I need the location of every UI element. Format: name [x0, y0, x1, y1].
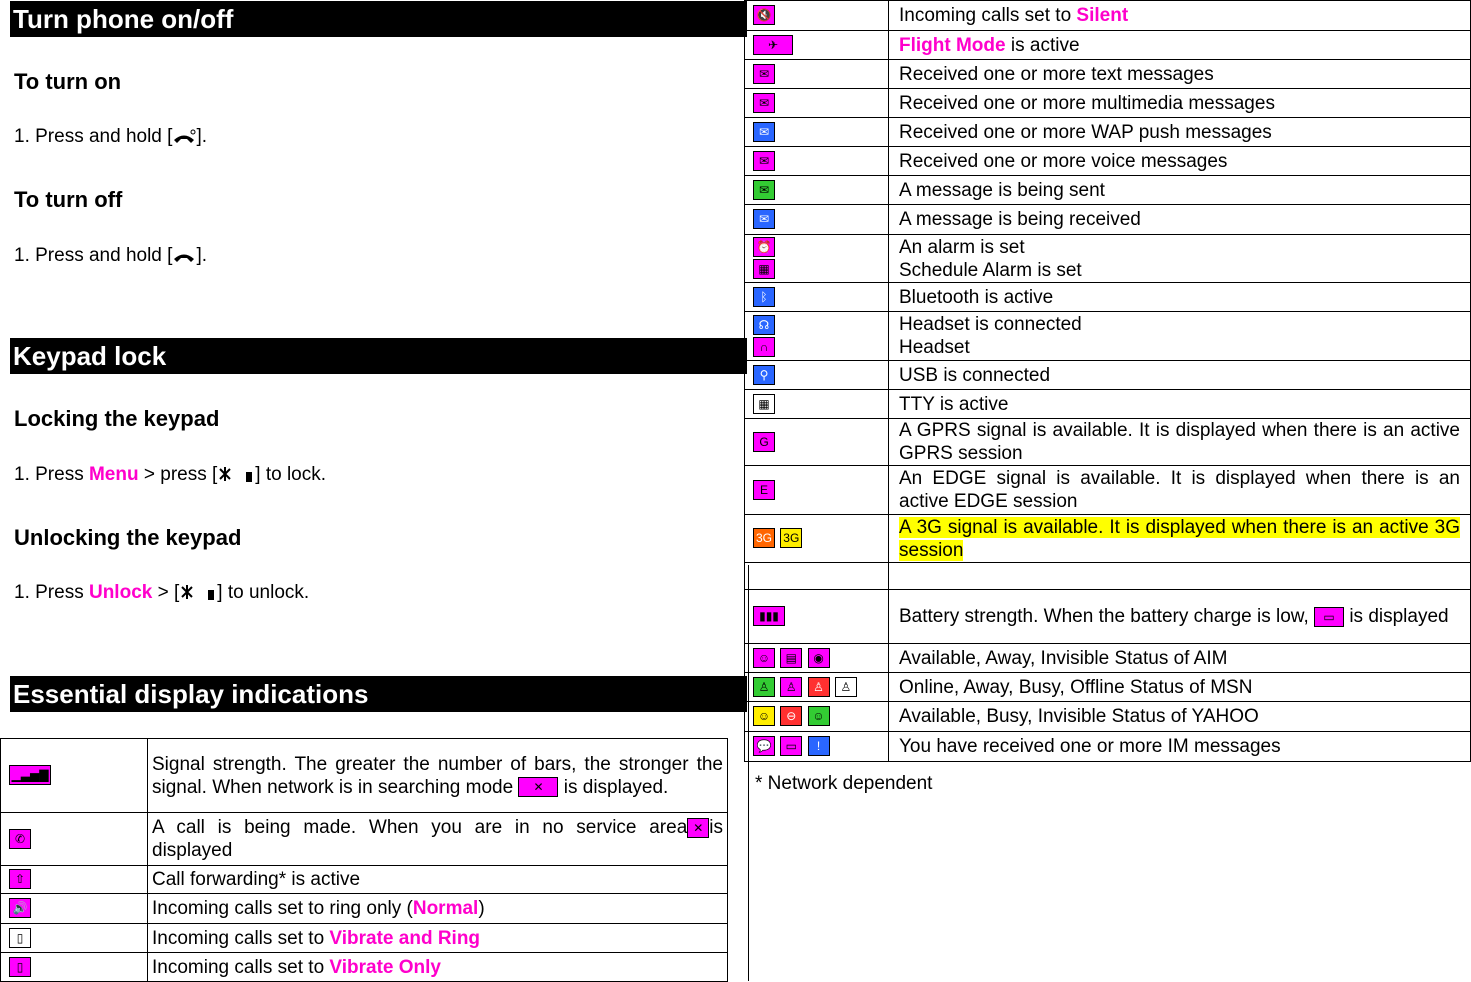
msn-away-icon: ♙ — [780, 676, 803, 697]
table-row: 💬 ▭ ! You have received one or more IM m… — [744, 731, 1471, 762]
step-turn-on: 1. Press and hold []. — [14, 126, 207, 147]
row-text: is displayed. — [563, 776, 669, 798]
table-row: ▯ Incoming calls set to Vibrate Only — [0, 952, 728, 982]
table-row: ✉ Received one or more text messages — [744, 59, 1471, 89]
msn-online-icon: ♙ — [753, 676, 775, 697]
table-row: ✉ A message is being received — [744, 204, 1471, 235]
battery-icon: ▮▮▮ — [753, 606, 785, 627]
table-row: 🔊 Incoming calls set to ring only (Norma… — [0, 893, 728, 924]
ring-icon: 🔊 — [9, 898, 31, 919]
row-text: A call is being made. When you are in no… — [152, 817, 688, 838]
row-text: Call forwarding* is active — [152, 869, 361, 890]
yahoo-busy-icon: ⊖ — [780, 706, 803, 727]
table-row: ✉ A message is being sent — [744, 175, 1471, 205]
section-title-keypad: Keypad lock — [10, 338, 747, 374]
3g-icon: 3G — [753, 528, 775, 549]
heading-turn-on: To turn on — [14, 69, 122, 94]
battery-low-icon: ▭ — [1314, 606, 1345, 627]
yahoo-available-icon: ☺ — [753, 706, 775, 727]
im-message-icon: 💬 — [753, 736, 775, 757]
table-row: E An EDGE signal is available. It is dis… — [744, 465, 1471, 515]
star-vibrate-key-icon — [217, 466, 255, 484]
aim-available-icon: ☺ — [753, 647, 775, 668]
heading-lock-keypad: Locking the keypad — [14, 406, 220, 431]
table-row: ✉ Received one or more multimedia messag… — [744, 88, 1471, 118]
alarm-icon: ⏰ — [753, 237, 775, 258]
section-title-display: Essential display indications — [10, 676, 747, 712]
table-row: ⇧ Call forwarding* is active — [0, 865, 728, 894]
table-row: G A GPRS signal is available. It is disp… — [744, 418, 1471, 466]
column-divider — [748, 565, 749, 981]
table-row: ✆ A call is being made. When you are in … — [0, 812, 728, 866]
table-row: ▯ Incoming calls set to Vibrate and Ring — [0, 923, 728, 953]
im-alert-icon: ! — [807, 736, 830, 757]
headset-connected-icon: ☊ — [753, 314, 775, 335]
headset-icon: ∩ — [753, 336, 775, 357]
table-row: ᛒ Bluetooth is active — [744, 282, 1471, 312]
table-row: ♙ ♙ ♙ ♙ Online, Away, Busy, Offline Stat… — [744, 672, 1471, 702]
heading-turn-off: To turn off — [14, 187, 123, 212]
table-row: ☊ ∩ Headset is connected Headset — [744, 311, 1471, 361]
indicator-table-right: 🔇 Incoming calls set to Silent ✈ Flight … — [744, 0, 1471, 762]
message-sending-icon: ✉ — [753, 179, 775, 200]
heading-unlock-keypad: Unlocking the keypad — [14, 525, 242, 550]
indicator-table-left: ▁▃▅▇ Signal strength. The greater the nu… — [0, 738, 728, 982]
star-vibrate-key-icon — [179, 584, 217, 602]
section-title-power: Turn phone on/off — [10, 1, 747, 37]
step-unlock-keypad: 1. Press Unlock > [] to unlock. — [14, 582, 310, 603]
table-row: ✉ Received one or more WAP push messages — [744, 117, 1471, 147]
usb-icon: ⚲ — [753, 364, 775, 385]
tty-icon: ▦ — [753, 393, 775, 414]
aim-invisible-icon: ◉ — [807, 647, 830, 668]
no-service-call-icon: ✕ — [687, 817, 710, 838]
voice-message-icon: ✉ — [753, 150, 775, 171]
silent-icon: 🔇 — [753, 5, 775, 26]
searching-signal-icon: ✕ — [518, 777, 559, 798]
edge-icon: E — [753, 479, 775, 500]
table-row: ☺ ⊖ ☺ Available, Busy, Invisible Status … — [744, 701, 1471, 732]
table-row: ▁▃▅▇ Signal strength. The greater the nu… — [0, 738, 728, 813]
msn-busy-icon: ♙ — [807, 676, 830, 697]
multimedia-message-icon: ✉ — [753, 92, 775, 113]
table-row: ✉ Received one or more voice messages — [744, 146, 1471, 176]
table-row: ▦ TTY is active — [744, 389, 1471, 419]
vibrate-ring-icon: ▯ — [9, 927, 31, 948]
3g-active-icon: 3G — [780, 528, 803, 549]
message-receiving-icon: ✉ — [753, 209, 775, 230]
table-row — [744, 562, 1471, 590]
bluetooth-icon: ᛒ — [753, 286, 775, 307]
table-row: ⚲ USB is connected — [744, 360, 1471, 390]
step-lock-keypad: 1. Press Menu > press [] to lock. — [14, 464, 327, 485]
flight-mode-icon: ✈ — [753, 34, 793, 55]
footnote: * Network dependent — [755, 773, 933, 794]
table-row: ☺ ▤ ◉ Available, Away, Invisible Status … — [744, 643, 1471, 673]
gprs-icon: G — [753, 431, 775, 452]
wap-push-icon: ✉ — [753, 121, 775, 142]
table-row: ▮▮▮ Battery strength. When the battery c… — [744, 589, 1471, 644]
yahoo-invisible-icon: ☺ — [807, 706, 830, 727]
msn-offline-icon: ♙ — [834, 676, 857, 697]
table-row: 🔇 Incoming calls set to Silent — [744, 0, 1471, 31]
table-row: 3G 3G A 3G signal is available. It is di… — [744, 514, 1471, 563]
signal-icon: ▁▃▅▇ — [9, 765, 51, 786]
im-message-alt-icon: ▭ — [780, 736, 803, 757]
call-icon: ✆ — [9, 828, 31, 849]
step-turn-off: 1. Press and hold []. — [14, 245, 207, 266]
table-row: ⏰ ▦ An alarm is set Schedule Alarm is set — [744, 234, 1471, 283]
vibrate-only-icon: ▯ — [9, 956, 31, 977]
call-forward-icon: ⇧ — [9, 869, 31, 890]
schedule-alarm-icon: ▦ — [753, 259, 775, 280]
end-call-key-icon — [172, 247, 196, 265]
end-call-key-icon — [172, 128, 196, 146]
aim-away-icon: ▤ — [780, 647, 803, 668]
table-row: ✈ Flight Mode is active — [744, 30, 1471, 60]
text-message-icon: ✉ — [753, 63, 775, 84]
